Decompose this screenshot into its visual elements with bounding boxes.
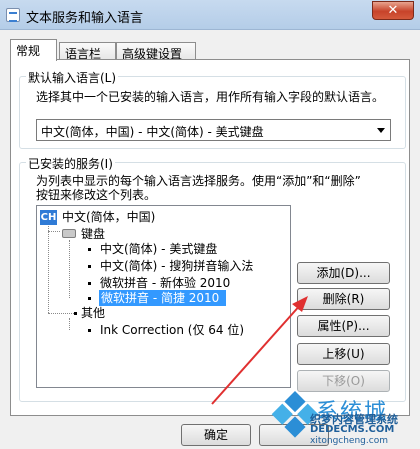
dropdown-selected-value: 中文(简体，中国) - 中文(简体) - 美式键盘 <box>41 125 264 139</box>
tree-language-node[interactable]: 中文(简体，中国) <box>62 209 155 225</box>
tab-general[interactable]: 常规 <box>10 39 57 61</box>
properties-button[interactable]: 属性(P)... <box>297 315 390 337</box>
bullet-icon <box>88 265 91 268</box>
ok-button[interactable]: 确定 <box>181 424 251 446</box>
bullet-icon <box>88 282 91 285</box>
keyboard-icon <box>62 229 76 238</box>
language-badge: CH <box>40 210 57 225</box>
tree-other-group[interactable]: 其他 <box>81 305 105 321</box>
delete-button[interactable]: 删除(R) <box>297 288 390 310</box>
tree-connector <box>69 240 70 298</box>
services-description-line2: 按钮来修改这个列表。 <box>36 188 157 202</box>
default-language-label: 默认输入语言(L) <box>26 69 119 86</box>
bullet-icon <box>74 312 77 315</box>
site-watermark: 系统城 织梦内容管理系统 DEDECMS.COM xitongcheng.com <box>270 390 420 449</box>
tree-connector <box>48 231 60 232</box>
move-up-button[interactable]: 上移(U) <box>297 343 390 365</box>
bullet-icon <box>88 248 91 251</box>
tab-advanced-key-settings[interactable]: 高级键设置 <box>116 42 196 61</box>
add-button[interactable]: 添加(D)... <box>297 262 390 284</box>
default-language-description: 选择其中一个已安装的输入语言，用作所有输入字段的默认语言。 <box>36 90 385 104</box>
tree-keyboard-group[interactable]: 键盘 <box>81 226 105 242</box>
window-title: 文本服务和输入语言 <box>26 11 144 26</box>
installed-services-label: 已安装的服务(I) <box>26 155 115 172</box>
tree-other-item[interactable]: Ink Correction (仅 64 位) <box>100 322 244 338</box>
tree-connector <box>69 318 70 330</box>
close-button[interactable]: ✕ <box>372 1 414 20</box>
bullet-icon <box>88 297 91 300</box>
tree-connector <box>48 313 74 314</box>
tree-keyboard-item[interactable]: 中文(简体) - 美式键盘 <box>100 241 217 257</box>
tree-keyboard-item-selected[interactable]: 微软拼音 - 简捷 2010 <box>101 290 219 306</box>
tree-keyboard-item[interactable]: 中文(简体) - 搜狗拼音输入法 <box>100 258 253 274</box>
watermark-domain: DEDECMS.COM <box>310 424 395 435</box>
tree-connector <box>48 231 49 313</box>
default-language-dropdown[interactable]: 中文(简体，中国) - 中文(简体) - 美式键盘 <box>36 119 391 141</box>
bullet-icon <box>88 329 91 332</box>
chevron-down-icon <box>377 128 385 133</box>
window-titlebar: 文本服务和输入语言 ✕ <box>0 0 420 30</box>
tree-keyboard-item[interactable]: 微软拼音 - 新体验 2010 <box>100 275 230 291</box>
tab-language-bar[interactable]: 语言栏 <box>59 42 116 61</box>
watermark-url: xitongcheng.com <box>310 436 388 446</box>
move-down-button[interactable]: 下移(O) <box>297 370 390 392</box>
keyboard-app-icon <box>6 8 20 22</box>
